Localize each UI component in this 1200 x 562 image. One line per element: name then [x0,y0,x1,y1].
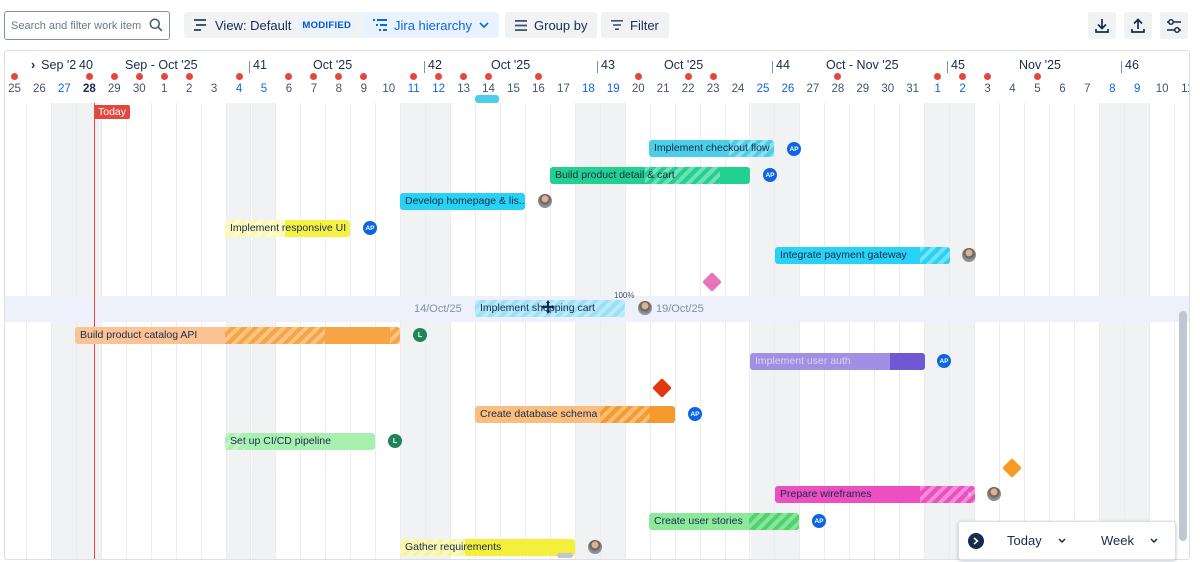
jira-hierarchy-button[interactable]: Jira hierarchy [363,12,500,38]
timeline-bar-shopping-cart[interactable]: Implement shopping cart [475,300,625,317]
settings-sliders-icon [1167,18,1181,33]
timeline-bar-product-detail-cart[interactable]: Build product detail & cart [550,167,750,184]
group-by-label: Group by [534,17,588,33]
today-select-label: Today [1007,533,1042,548]
collapse-panel-button[interactable] [968,533,984,549]
filter-label: Filter [630,17,659,33]
view-icon [194,19,206,31]
view-label: View: Default [215,17,292,33]
search-box[interactable] [4,11,170,40]
horizontal-scrollbar[interactable] [557,553,573,558]
hierarchy-label: Jira hierarchy [394,17,473,33]
vertical-scrollbar[interactable] [1179,311,1187,541]
milestone-diamond[interactable] [702,272,722,292]
search-input[interactable] [5,12,145,39]
group-by-icon [515,19,527,31]
timeline-bar-database-schema[interactable]: Create database schema [475,406,675,423]
chevron-down-icon [1058,538,1066,543]
download-icon [1095,18,1109,33]
milestone-diamond[interactable] [1002,458,1022,478]
avatar[interactable]: AP [763,168,777,182]
timeline-bar-responsive-ui[interactable]: Implement responsive UI [225,220,350,237]
start-date-label: 14/Oct/25 [414,303,462,315]
avatar[interactable]: AP [812,514,826,528]
timeline-bar-checkout-flow[interactable]: Implement checkout flow [649,140,774,157]
filter-button[interactable]: Filter [601,12,669,38]
chevron-down-icon [479,22,489,28]
timeline-bar-homepage[interactable]: Develop homepage & lis... [400,193,525,210]
timeline-controls: Today Week [958,521,1176,560]
progress-percent: 100% [614,291,635,300]
group-by-button[interactable]: Group by [505,12,598,38]
timeline-bar-partial[interactable] [475,95,499,103]
chevron-down-icon [1150,538,1158,543]
end-date-label: 19/Oct/25 [656,303,704,315]
avatar[interactable]: AP [787,142,801,156]
import-button[interactable] [1124,12,1152,39]
scale-select-label: Week [1101,533,1134,548]
filter-icon [611,20,623,30]
search-icon [149,18,163,32]
export-button[interactable] [1088,12,1116,39]
today-select[interactable]: Today [1007,533,1066,548]
milestone-diamond[interactable] [652,378,672,398]
avatar[interactable] [588,540,602,554]
scale-select[interactable]: Week [1101,533,1158,548]
avatar[interactable]: AP [937,354,951,368]
timeline-bar-payment-gateway[interactable]: Integrate payment gateway [775,247,950,264]
chevron-right-icon [973,537,979,545]
avatar[interactable]: L [413,328,427,342]
avatar[interactable] [638,301,652,315]
timeline-bar-user-auth[interactable]: Implement user auth [750,353,925,370]
chevron-right-icon: › [967,489,971,500]
view-settings-button[interactable] [1160,12,1188,39]
timeline-bar-ci-cd-pipeline[interactable]: Set up CI/CD pipeline [225,433,375,450]
avatar[interactable]: AP [363,221,377,235]
timeline-bar-catalog-api[interactable]: Build product catalog API [75,327,400,344]
timeline-bar-user-stories[interactable]: Create user stories [649,513,799,530]
timeline-bars: Implement checkout flow AP Build product… [5,51,1189,559]
view-button[interactable]: View: Default MODIFIED [184,12,366,38]
timeline-frame: 40 › Sep '2 Sep - Oct '25 41 Oct '25 42 Oct '25… [4,50,1190,560]
avatar[interactable] [538,194,552,208]
avatar[interactable] [962,248,976,262]
avatar[interactable]: AP [688,407,702,421]
avatar[interactable] [987,487,1001,501]
modified-badge: MODIFIED [298,17,356,33]
avatar[interactable]: L [388,434,402,448]
timeline-bar-wireframes[interactable]: Prepare wireframes › [775,486,975,503]
timeline-bar-gather-requirements[interactable]: Gather requirements [400,539,575,556]
toolbar: View: Default MODIFIED Jira hierarchy Gr… [0,0,1200,50]
upload-icon [1131,17,1145,33]
hierarchy-icon [373,19,387,31]
